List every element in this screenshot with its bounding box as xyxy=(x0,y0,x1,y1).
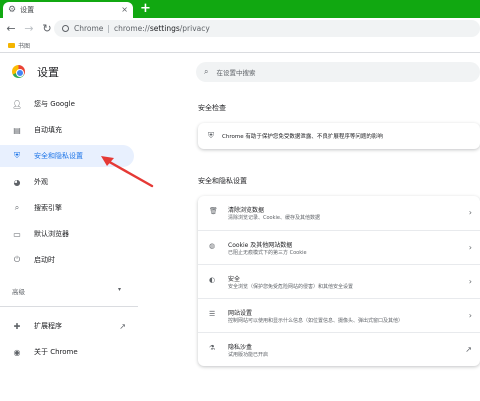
chevron-right-icon: › xyxy=(468,311,472,320)
globe-shield-icon: ◐ xyxy=(209,276,216,284)
sidebar-item-search-engine[interactable]: ⌕ 搜索引擎 xyxy=(0,197,134,219)
sidebar-item-privacy[interactable]: ⛨ 安全和隐私设置 xyxy=(0,145,134,167)
row-description: 清除浏览记录、Cookie、缓存及其他数据 xyxy=(228,215,320,221)
palette-icon: ◕ xyxy=(13,177,21,187)
sidebar-item-label: 自动填充 xyxy=(34,126,62,134)
url-host: Chrome xyxy=(74,24,104,33)
sidebar-item-autofill[interactable]: ▤ 自动填充 xyxy=(0,119,134,141)
cookie-icon: ◍ xyxy=(209,242,216,250)
cookies-row[interactable]: ◍ Cookie 及其他网站数据 已阻止无痕模式下的第三方 Cookie › xyxy=(198,230,480,264)
advanced-label: 高级 xyxy=(12,288,25,296)
security-row[interactable]: ◐ 安全 安全浏览（保护您免受危险网站的侵害）和其他安全设置 › xyxy=(198,264,480,298)
puzzle-icon: ✚ xyxy=(13,321,21,331)
safety-check-card: ⛨ Chrome 有助于保护您免受数据泄露、不良扩展程序等问题的影响 xyxy=(198,123,480,149)
external-link-icon: ↗ xyxy=(465,345,472,354)
row-title: 安全 xyxy=(228,276,241,283)
sidebar-item-on-startup[interactable]: ⏻ 启动时 xyxy=(0,249,134,271)
clipboard-icon: ▤ xyxy=(13,125,21,135)
row-title: 清除浏览数据 xyxy=(228,207,265,214)
flask-icon: ⚗ xyxy=(209,344,216,352)
back-icon[interactable]: ← xyxy=(4,22,18,35)
sidebar: 👤︎ 您与 Google ▤ 自动填充 ⛨ 安全和隐私设置 ◕ 外观 ⌕ 搜索引… xyxy=(0,90,138,401)
shield-icon: ⛨ xyxy=(14,151,20,160)
row-description: 已阻止无痕模式下的第三方 Cookie xyxy=(228,250,307,256)
row-title: Cookie 及其他网站数据 xyxy=(228,242,293,249)
sidebar-item-about[interactable]: ◉ 关于 Chrome xyxy=(0,341,134,363)
row-title: 隐私沙盒 xyxy=(228,344,253,351)
tab-strip: ⚙ 设置 × + xyxy=(0,0,480,18)
reload-icon[interactable]: ↻ xyxy=(40,22,54,35)
site-settings-row[interactable]: ☰ 网站设置 控制网站可以使用和显示什么信息（如位置信息、摄像头、弹出式窗口及其… xyxy=(198,298,480,332)
sliders-icon: ☰ xyxy=(209,310,216,318)
chrome-icon: ◉ xyxy=(13,347,21,357)
row-title: 网站设置 xyxy=(228,310,253,317)
trash-icon: 🗑︎ xyxy=(209,207,218,215)
close-tab-icon[interactable]: × xyxy=(121,5,128,14)
safety-check-row[interactable]: ⛨ Chrome 有助于保护您免受数据泄露、不良扩展程序等问题的影响 xyxy=(198,123,480,149)
search-icon: ⌕ xyxy=(204,67,209,76)
row-description: 控制网站可以使用和显示什么信息（如位置信息、摄像头、弹出式窗口及其他） xyxy=(228,318,404,324)
sidebar-item-label: 安全和隐私设置 xyxy=(34,152,83,160)
row-description: 安全浏览（保护您免受危险网站的侵害）和其他安全设置 xyxy=(228,284,354,290)
chevron-down-icon: ▾ xyxy=(118,286,122,293)
address-bar[interactable]: Chrome | chrome:// settings /privacy xyxy=(54,20,480,37)
privacy-section-title: 安全和隐私设置 xyxy=(198,177,247,185)
forward-icon[interactable]: → xyxy=(22,22,36,35)
sidebar-divider xyxy=(0,306,138,307)
chrome-logo-icon xyxy=(12,65,25,78)
settings-header: 设置 ⌕ 在设置中搜索 xyxy=(0,54,480,90)
toolbar: ← → ↻ Chrome | chrome:// settings /priva… xyxy=(0,18,480,39)
url-separator: | xyxy=(107,24,110,33)
person-icon: 👤︎ xyxy=(12,99,23,109)
sidebar-item-extensions[interactable]: ✚ 扩展程序 ↗ xyxy=(0,315,134,337)
new-tab-button[interactable]: + xyxy=(140,1,151,16)
power-icon: ⏻ xyxy=(13,255,21,264)
row-description: 试用版功能已开启 xyxy=(228,352,269,358)
url-prefix: chrome:// xyxy=(113,24,150,33)
sidebar-item-you-and-google[interactable]: 👤︎ 您与 Google xyxy=(0,93,134,115)
page-title: 设置 xyxy=(37,66,59,79)
settings-search-input[interactable]: ⌕ 在设置中搜索 xyxy=(196,62,480,82)
chrome-site-icon xyxy=(62,25,69,32)
chevron-right-icon: › xyxy=(468,243,472,252)
search-icon: ⌕ xyxy=(14,203,20,212)
sidebar-item-label: 您与 Google xyxy=(34,100,75,108)
safety-check-title: 安全检查 xyxy=(198,104,226,112)
privacy-card: 🗑︎ 清除浏览数据 清除浏览记录、Cookie、缓存及其他数据 › ◍ Cook… xyxy=(198,196,480,366)
sidebar-item-label: 启动时 xyxy=(34,256,55,264)
tab-settings[interactable]: ⚙ 设置 × xyxy=(3,2,133,18)
browser-icon: ▭ xyxy=(13,229,21,239)
search-placeholder: 在设置中搜索 xyxy=(216,69,256,77)
sidebar-item-label: 搜索引擎 xyxy=(34,204,62,212)
gear-icon: ⚙ xyxy=(8,5,17,15)
sidebar-item-default-browser[interactable]: ▭ 默认浏览器 xyxy=(0,223,134,245)
external-link-icon: ↗ xyxy=(119,321,126,331)
clear-browsing-data-row[interactable]: 🗑︎ 清除浏览数据 清除浏览记录、Cookie、缓存及其他数据 › xyxy=(198,196,480,230)
folder-icon xyxy=(8,43,15,48)
sidebar-advanced-toggle[interactable]: 高级 ▾ xyxy=(12,286,121,296)
chevron-right-icon: › xyxy=(468,208,472,217)
chevron-right-icon: › xyxy=(468,277,472,286)
url-suffix: /privacy xyxy=(179,24,210,33)
sidebar-item-appearance[interactable]: ◕ 外观 xyxy=(0,171,134,193)
sidebar-item-label: 外观 xyxy=(34,178,48,186)
bookmarks-bar: 书图 xyxy=(0,39,480,53)
shield-check-icon: ⛨ xyxy=(208,131,214,140)
bookmark-folder[interactable]: 书图 xyxy=(18,41,30,50)
sidebar-item-label: 扩展程序 xyxy=(34,322,62,330)
safety-check-text: Chrome 有助于保护您免受数据泄露、不良扩展程序等问题的影响 xyxy=(222,134,383,140)
sidebar-item-label: 关于 Chrome xyxy=(34,348,78,356)
url-path: settings xyxy=(149,24,180,33)
tab-title: 设置 xyxy=(20,6,35,14)
sidebar-item-label: 默认浏览器 xyxy=(34,230,69,238)
privacy-sandbox-row[interactable]: ⚗ 隐私沙盒 试用版功能已开启 ↗ xyxy=(198,332,480,366)
